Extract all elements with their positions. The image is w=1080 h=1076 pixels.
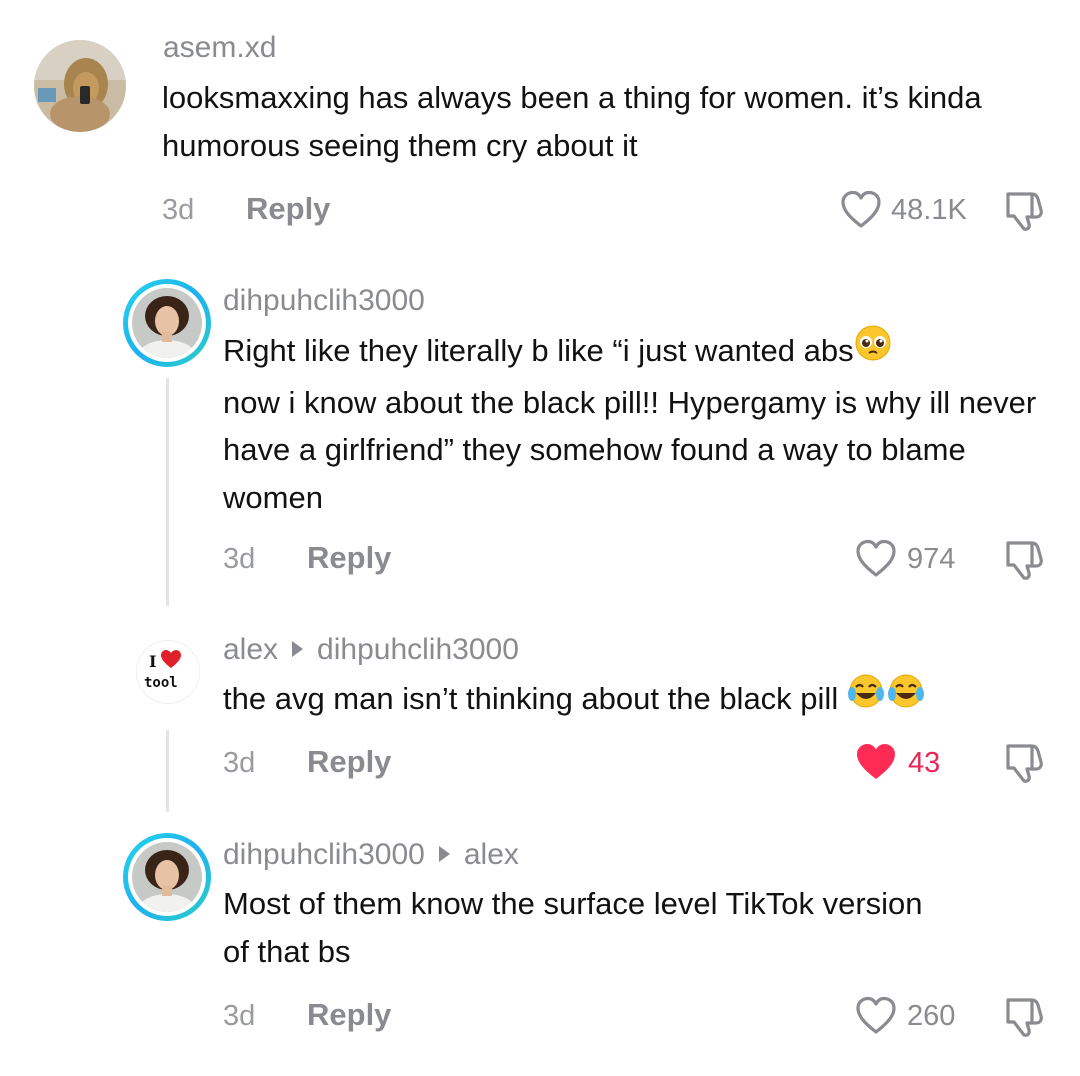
thread-line (166, 730, 169, 812)
pleading-face-emoji (854, 324, 892, 376)
like-count: 260 (907, 1000, 956, 1032)
avatar-story-ring[interactable] (123, 279, 211, 367)
comment-text: looksmaxxing has always been a thing for… (162, 80, 982, 163)
like-count: 48.1K (891, 194, 967, 226)
reply-to-username[interactable]: alex (464, 838, 519, 871)
comment-username[interactable]: dihpuhclih3000 (223, 283, 425, 319)
comment-timestamp: 3d (223, 543, 256, 575)
comment-username[interactable]: asem.xd (163, 30, 276, 66)
comment-username-line: alex dihpuhclih3000 (223, 632, 519, 668)
comment-timestamp: 3d (223, 1000, 256, 1032)
comment-text-continued: now i know about the black pill!! Hyperg… (223, 384, 1037, 515)
dislike-icon[interactable] (1002, 742, 1046, 784)
dislike-icon[interactable] (1002, 996, 1046, 1038)
heart-icon[interactable] (855, 996, 897, 1036)
comment-text-line: Right like they literally b like “i just… (223, 333, 854, 368)
comment-username[interactable]: dihpuhclih3000 (223, 838, 425, 871)
like-count: 43 (908, 747, 941, 779)
comment-text: Most of them know the surface level TikT… (223, 886, 923, 969)
dislike-icon[interactable] (1002, 190, 1046, 232)
comment-text-line: the avg man isn’t thinking about the bla… (223, 681, 839, 716)
heart-icon[interactable] (855, 539, 897, 579)
reply-button[interactable]: Reply (307, 744, 391, 780)
avatar (132, 842, 202, 912)
lion-photo-avatar (34, 40, 126, 132)
heart-icon[interactable] (840, 190, 882, 230)
reply-arrow-icon (292, 641, 304, 658)
svg-text:tool: tool (144, 675, 178, 691)
like-count: 974 (907, 543, 956, 575)
laughing-tears-emoji (847, 672, 925, 724)
reply-button[interactable]: Reply (307, 540, 391, 576)
woman-portrait-avatar (132, 288, 202, 358)
comment-username[interactable]: alex (223, 633, 278, 666)
thread-line (166, 378, 169, 606)
avatar-story-ring[interactable] (123, 833, 211, 921)
comment-username-line: dihpuhclih3000 alex (223, 837, 519, 873)
avatar (132, 288, 202, 358)
heart-filled-icon[interactable] (855, 742, 897, 782)
woman-portrait-avatar (132, 842, 202, 912)
reply-to-username[interactable]: dihpuhclih3000 (317, 633, 519, 666)
i-love-tool-avatar: I tool (137, 641, 199, 703)
reply-button[interactable]: Reply (307, 997, 391, 1033)
comment-text: Right like they literally b like “i just… (223, 324, 1063, 521)
avatar[interactable]: I tool (136, 640, 200, 704)
comment-timestamp: 3d (162, 194, 195, 226)
reply-button[interactable]: Reply (246, 191, 330, 227)
svg-text:I: I (149, 652, 156, 671)
comment-text: the avg man isn’t thinking about the bla… (223, 672, 1063, 727)
reply-arrow-icon (438, 846, 450, 863)
dislike-icon[interactable] (1002, 539, 1046, 581)
comment-timestamp: 3d (223, 747, 256, 779)
avatar[interactable] (34, 40, 126, 132)
